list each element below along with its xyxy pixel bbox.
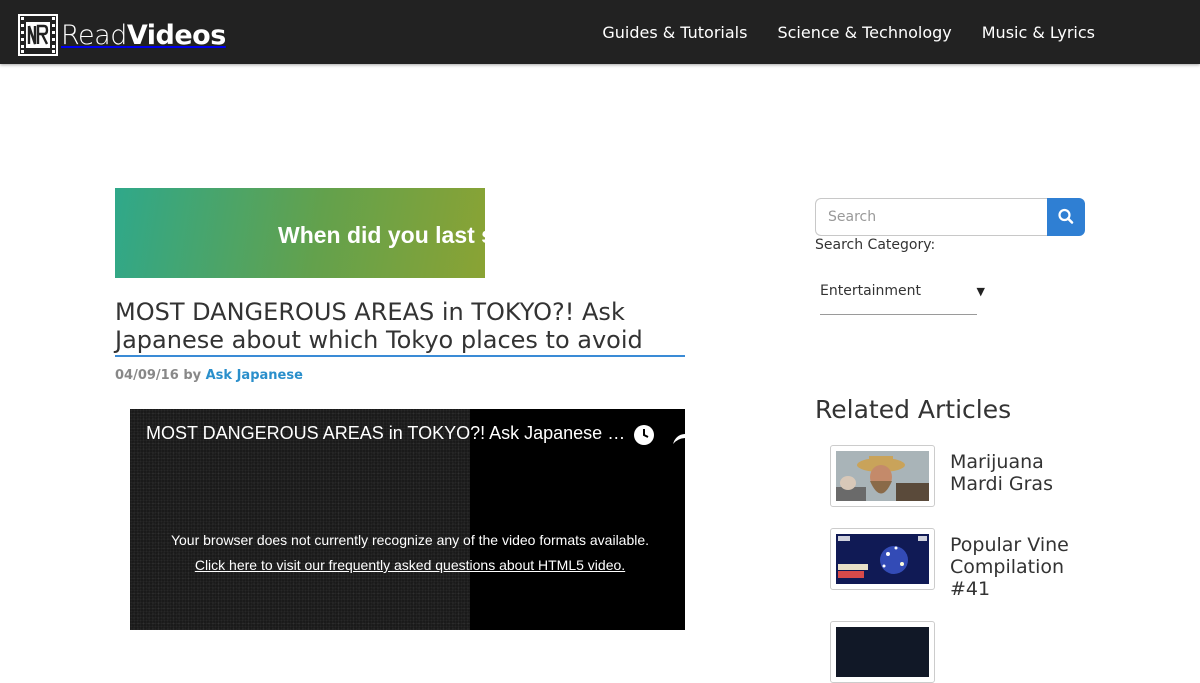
article-meta: 04/09/16 by Ask Japanese: [115, 368, 303, 383]
person-photo-icon: [836, 451, 929, 501]
logo-text-videos: Videos: [126, 19, 226, 51]
nav-science-technology[interactable]: Science & Technology: [777, 23, 951, 42]
site-logo[interactable]: ReadVideos: [18, 14, 226, 56]
related-article-thumbnail[interactable]: [830, 445, 935, 507]
article-author-link[interactable]: Ask Japanese: [206, 368, 303, 383]
video-player[interactable]: MOST DANGEROUS AREAS in TOKYO?! Ask Japa…: [130, 409, 685, 630]
banner-ad[interactable]: When did you last s: [115, 188, 485, 278]
search-form: [815, 198, 1085, 236]
search-input[interactable]: [815, 198, 1047, 236]
main-nav: Guides & Tutorials Science & Technology …: [572, 0, 1095, 64]
banner-text: When did you last s: [278, 222, 485, 248]
related-article-image: [836, 627, 929, 677]
nav-guides-tutorials[interactable]: Guides & Tutorials: [602, 23, 747, 42]
related-article-title[interactable]: Popular Vine Compilation #41: [950, 534, 1090, 600]
search-button[interactable]: [1047, 198, 1085, 236]
related-article-image: [836, 534, 929, 584]
related-article-thumbnail[interactable]: [830, 528, 935, 590]
logo-film-icon: [18, 14, 58, 56]
vine-compilation-thumb-icon: [836, 534, 929, 584]
article-date: 04/09/16: [115, 368, 179, 383]
video-format-message: Your browser does not currently recogniz…: [170, 532, 650, 548]
clock-icon[interactable]: [633, 424, 655, 446]
related-article-image: [836, 451, 929, 501]
article-title: MOST DANGEROUS AREAS in TOKYO?! Ask Japa…: [115, 298, 685, 357]
site-header: ReadVideos Guides & Tutorials Science & …: [0, 0, 1200, 64]
search-category-label: Search Category:: [815, 237, 936, 253]
share-icon[interactable]: [672, 427, 685, 447]
html5-faq-link[interactable]: Click here to visit our frequently asked…: [195, 557, 625, 573]
video-unsupported-message: Your browser does not currently recogniz…: [170, 528, 650, 578]
video-title[interactable]: MOST DANGEROUS AREAS in TOKYO?! Ask Japa…: [146, 423, 626, 444]
search-category-value: Entertainment: [820, 283, 922, 299]
related-article-title[interactable]: Marijuana Mardi Gras: [950, 451, 1090, 495]
related-articles-heading: Related Articles: [815, 395, 1012, 424]
chevron-down-icon: ▼: [976, 285, 985, 298]
logo-text-read: Read: [61, 19, 127, 51]
logo-wordmark: ReadVideos: [61, 20, 226, 51]
search-category-select[interactable]: Entertainment ▼: [820, 280, 985, 315]
nav-music-lyrics[interactable]: Music & Lyrics: [982, 23, 1095, 42]
article-by: by: [183, 368, 202, 383]
related-article-thumbnail[interactable]: [830, 621, 935, 683]
search-icon: [1058, 208, 1074, 224]
